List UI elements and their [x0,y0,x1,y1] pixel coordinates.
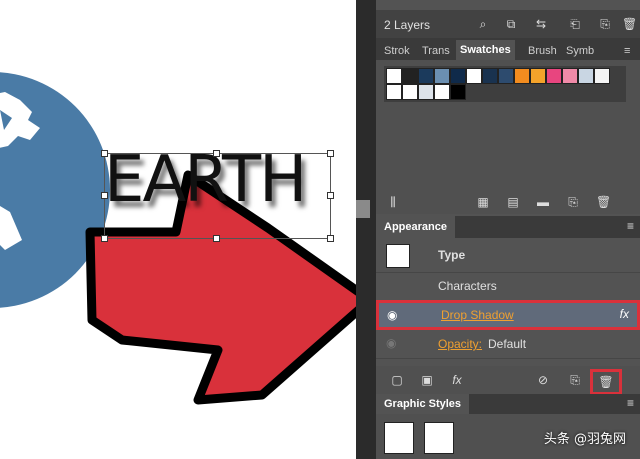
appearance-opacity-row[interactable]: ◉ Opacity: Default [376,330,640,359]
swatches-footer: ⫼ ▦ ▤ ▬ ⎘ 🗑 [376,190,640,214]
layers-count: 2 Layers [384,18,431,32]
resize-handle[interactable] [101,150,108,157]
opacity-link[interactable]: Opacity: [438,337,482,351]
swatches-panel [376,60,640,190]
watermark-text: 头条 @羽兔网 [543,432,626,447]
tab-stroke[interactable]: Strok [384,42,410,60]
panel-menu-icon[interactable]: ≡ [627,396,634,410]
resize-handle[interactable] [213,235,220,242]
color-swatch[interactable] [546,68,562,84]
trash-icon[interactable]: 🗑 [596,195,611,209]
selection-bounding-box[interactable] [101,150,334,242]
appearance-drop-shadow-row[interactable]: ◉ Drop Shadow fx [376,300,640,330]
characters-label: Characters [438,279,497,293]
panel-tabs: Strok Trans Swatches Brush Symb ≡ [376,38,640,60]
right-panel-dock: 2 Layers ⌕ ⧉ ⇆ ⎗ ⎘ 🗑 Strok Trans Swatche… [376,0,640,459]
color-swatch[interactable] [578,68,594,84]
new-sublayer-icon[interactable]: ⎗ [568,17,582,31]
resize-handle[interactable] [327,235,334,242]
search-icon[interactable]: ⌕ [476,17,490,31]
color-swatch[interactable] [402,68,418,84]
eye-visibility-icon[interactable]: ◉ [387,308,397,322]
appearance-object-row[interactable]: Type [376,238,640,273]
trash-icon[interactable]: 🗑 [590,369,622,395]
tab-transparency[interactable]: Trans [422,42,450,60]
duplicate-item-icon[interactable]: ⎘ [568,373,582,387]
appearance-characters-row[interactable]: Characters [376,272,640,301]
panel-menu-icon[interactable]: ≡ [624,42,630,60]
color-swatch[interactable] [482,68,498,84]
tab-symbols[interactable]: Symb [566,42,594,60]
artboard-canvas[interactable]: EARTH [0,0,356,459]
color-swatch[interactable] [386,84,402,100]
resize-handle[interactable] [101,235,108,242]
appearance-footer: ▢ ▣ fx ⊘ ⎘ 🗑 [376,366,640,395]
color-swatch[interactable] [402,84,418,100]
appearance-panel-header: Appearance ≡ [376,216,640,238]
swatch-options-icon[interactable]: ▤ [506,195,520,209]
color-swatch[interactable] [562,68,578,84]
color-swatch[interactable] [450,68,466,84]
tab-appearance[interactable]: Appearance [376,216,455,238]
color-swatch[interactable] [514,68,530,84]
make-clipping-mask-icon[interactable]: ⇆ [534,17,548,31]
fx-icon[interactable]: fx [450,373,464,387]
resize-handle[interactable] [327,150,334,157]
opacity-value: Default [488,337,527,351]
swatch-library-icon[interactable]: ⫼ [386,195,400,209]
color-swatch[interactable] [418,84,434,100]
color-swatch[interactable] [418,68,434,84]
object-type-label: Type [438,248,466,262]
color-swatch[interactable] [594,68,610,84]
collapse-handle[interactable] [356,200,370,218]
panel-divider [356,0,376,459]
drop-shadow-link[interactable]: Drop Shadow [441,308,514,322]
locate-object-icon[interactable]: ⧉ [504,17,518,31]
color-swatch[interactable] [434,68,450,84]
color-swatch[interactable] [498,68,514,84]
layers-panel-footer: 2 Layers ⌕ ⧉ ⇆ ⎗ ⎘ 🗑 [376,10,640,38]
graphic-style-swatch[interactable] [384,422,414,454]
new-color-group-icon[interactable]: ▬ [536,195,550,209]
add-fill-icon[interactable]: ▣ [420,373,434,387]
color-swatch[interactable] [386,68,402,84]
resize-handle[interactable] [327,192,334,199]
graphic-style-swatch[interactable] [424,422,454,454]
panel-menu-icon[interactable]: ≡ [627,219,634,233]
eye-visibility-icon[interactable]: ◉ [386,336,396,350]
show-kinds-icon[interactable]: ▦ [476,195,490,209]
color-swatch[interactable] [466,68,482,84]
fx-icon[interactable]: fx [620,307,629,321]
trash-icon[interactable]: 🗑 [622,17,637,31]
add-stroke-icon[interactable]: ▢ [390,373,404,387]
appearance-panel: Type Characters ◉ Drop Shadow fx ◉ Opaci… [376,238,640,366]
clear-appearance-icon[interactable]: ⊘ [536,373,550,387]
graphic-styles-header: Graphic Styles ≡ [376,394,640,414]
tab-swatches[interactable]: Swatches [456,40,515,60]
tab-brushes[interactable]: Brush [528,42,557,60]
resize-handle[interactable] [213,150,220,157]
color-swatch[interactable] [530,68,546,84]
swatch-grid[interactable] [384,66,626,102]
color-swatch[interactable] [434,84,450,100]
resize-handle[interactable] [101,192,108,199]
object-thumbnail [386,244,410,268]
new-layer-icon[interactable]: ⎘ [598,17,612,31]
color-swatch[interactable] [450,84,466,100]
new-swatch-icon[interactable]: ⎘ [566,195,580,209]
tab-graphic-styles[interactable]: Graphic Styles [376,394,470,414]
